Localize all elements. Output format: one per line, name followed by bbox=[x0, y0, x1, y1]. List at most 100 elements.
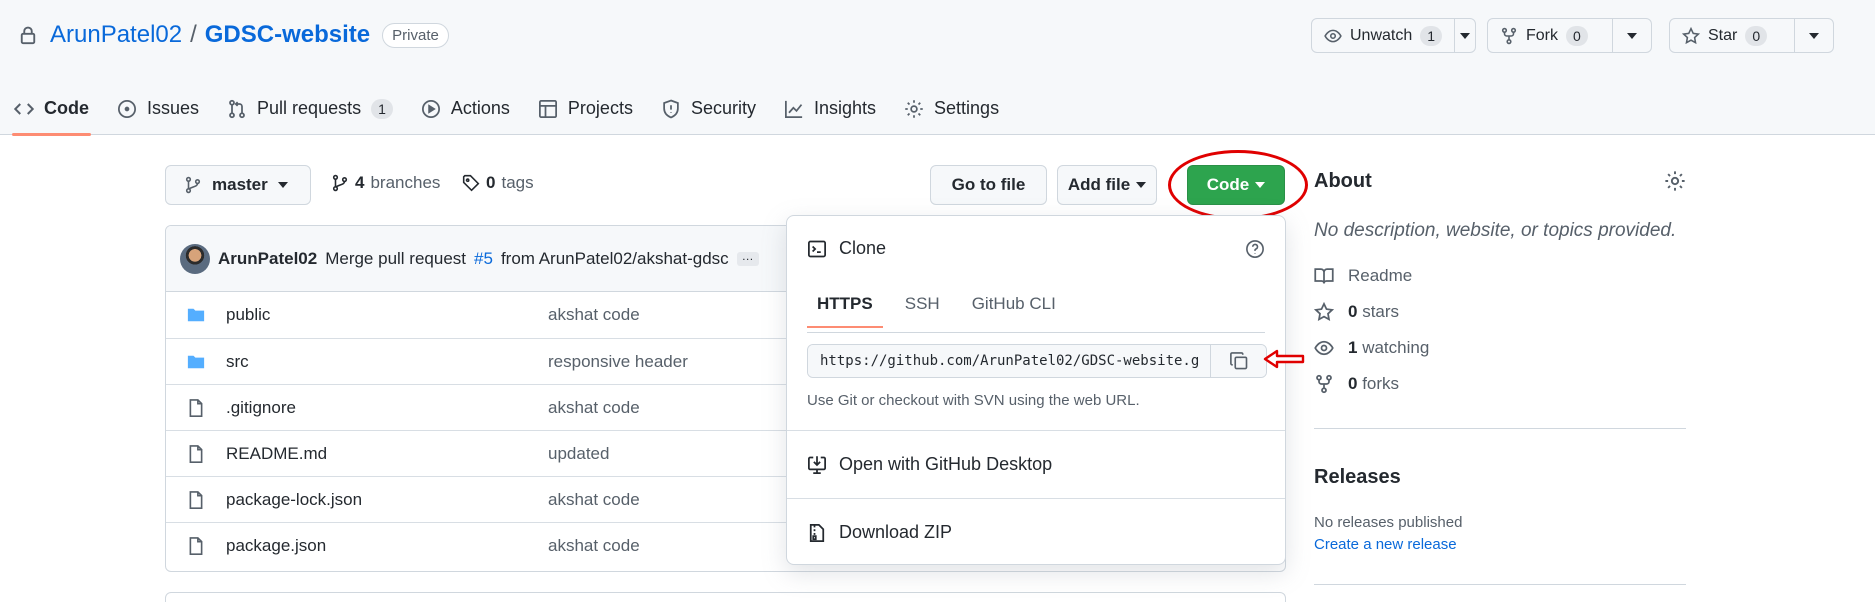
commit-expand-button[interactable]: … bbox=[736, 250, 759, 266]
go-to-file-button[interactable]: Go to file bbox=[930, 165, 1047, 205]
tab-pull-requests[interactable]: Pull requests 1 bbox=[213, 82, 407, 135]
branches-link[interactable]: 4 branches bbox=[331, 173, 440, 193]
annotation-circle bbox=[1168, 150, 1308, 220]
tab-actions-label: Actions bbox=[450, 98, 510, 118]
fork-label: Fork bbox=[1526, 26, 1558, 44]
play-icon bbox=[421, 99, 440, 118]
file-name-link[interactable]: package-lock.json bbox=[226, 490, 362, 510]
add-file-button[interactable]: Add file bbox=[1057, 165, 1157, 205]
star-icon bbox=[1682, 26, 1700, 44]
repo-header: ArunPatel02 / GDSC-website Private Unwat… bbox=[0, 0, 1875, 136]
caret-down-icon bbox=[277, 182, 288, 188]
watching-count: 1 bbox=[1348, 338, 1358, 357]
file-name-link[interactable]: public bbox=[226, 305, 270, 325]
clone-tab-ssh[interactable]: SSH bbox=[895, 284, 950, 324]
file-name-link[interactable]: package.json bbox=[226, 536, 326, 556]
commit-pr-link[interactable]: #5 bbox=[474, 249, 493, 269]
file-name-link[interactable]: README.md bbox=[226, 444, 327, 464]
open-desktop-button[interactable]: Open with GitHub Desktop bbox=[807, 454, 1052, 475]
folder-icon bbox=[186, 305, 206, 325]
file-commit-message[interactable]: akshat code bbox=[548, 490, 640, 510]
file-commit-message[interactable]: akshat code bbox=[548, 536, 640, 556]
open-desktop-label: Open with GitHub Desktop bbox=[839, 454, 1053, 474]
branch-icon bbox=[185, 176, 201, 194]
tab-actions[interactable]: Actions bbox=[407, 82, 524, 135]
gear-icon[interactable] bbox=[1664, 170, 1686, 192]
tab-settings[interactable]: Settings bbox=[890, 82, 1013, 135]
lock-icon bbox=[20, 26, 36, 45]
watching-link[interactable]: 1 watching bbox=[1314, 338, 1429, 358]
annotation-arrow bbox=[1263, 349, 1305, 369]
tab-security-label: Security bbox=[690, 98, 756, 118]
tab-issues[interactable]: Issues bbox=[103, 82, 213, 135]
file-commit-message[interactable]: responsive header bbox=[548, 352, 688, 372]
tab-insights[interactable]: Insights bbox=[770, 82, 890, 135]
tags-link[interactable]: 0 tags bbox=[462, 173, 534, 193]
file-commit-message[interactable]: akshat code bbox=[548, 305, 640, 325]
avatar[interactable] bbox=[180, 243, 210, 274]
stars-link[interactable]: 0 stars bbox=[1314, 302, 1399, 322]
commit-author[interactable]: ArunPatel02 bbox=[218, 249, 317, 269]
clone-url-box bbox=[807, 344, 1267, 378]
forks-link[interactable]: 0 forks bbox=[1314, 374, 1399, 394]
file-icon bbox=[186, 490, 206, 510]
branches-count: 4 bbox=[355, 173, 365, 192]
branch-select-button[interactable]: master bbox=[165, 165, 311, 205]
caret-down-icon bbox=[1809, 32, 1820, 39]
fork-icon bbox=[1316, 374, 1332, 394]
clone-tab-https[interactable]: HTTPS bbox=[807, 284, 883, 328]
fork-button-group: Fork 0 bbox=[1487, 18, 1652, 53]
file-icon bbox=[186, 444, 206, 464]
fork-count: 0 bbox=[1566, 25, 1588, 46]
file-name-link[interactable]: src bbox=[226, 352, 249, 372]
star-label: Star bbox=[1708, 26, 1738, 44]
star-button[interactable]: Star 0 bbox=[1670, 19, 1796, 52]
file-icon bbox=[186, 398, 206, 418]
readme-link[interactable]: Readme bbox=[1314, 266, 1412, 286]
graph-icon bbox=[784, 100, 803, 118]
fork-dropdown-button[interactable] bbox=[1613, 19, 1651, 52]
clone-tabs-divider bbox=[807, 332, 1265, 333]
tab-projects[interactable]: Projects bbox=[524, 82, 647, 135]
about-title: About bbox=[1314, 170, 1372, 192]
releases-title[interactable]: Releases bbox=[1314, 466, 1401, 489]
branch-name: master bbox=[212, 175, 268, 194]
folder-icon bbox=[186, 352, 206, 372]
caret-down-icon bbox=[1627, 32, 1638, 39]
star-count: 0 bbox=[1745, 25, 1768, 46]
question-icon[interactable] bbox=[1245, 239, 1265, 259]
star-dropdown-button[interactable] bbox=[1795, 19, 1833, 52]
file-zip-icon bbox=[809, 523, 825, 542]
tags-label: tags bbox=[501, 173, 534, 192]
file-commit-message[interactable]: akshat code bbox=[548, 398, 640, 418]
star-button-group: Star 0 bbox=[1669, 18, 1834, 53]
watch-dropdown-button[interactable] bbox=[1455, 19, 1475, 52]
clone-url-input[interactable] bbox=[808, 345, 1210, 377]
unwatch-button[interactable]: Unwatch 1 bbox=[1312, 19, 1456, 52]
watching-label: watching bbox=[1362, 338, 1430, 357]
repo-name-link[interactable]: GDSC-website bbox=[205, 21, 370, 49]
tag-icon bbox=[462, 174, 480, 192]
file-toolbar: master 4 branches 0 tags Go to file Add … bbox=[165, 165, 1285, 207]
commit-message-suffix: from ArunPatel02/akshat-gdsc bbox=[500, 248, 729, 268]
caret-down-icon bbox=[1460, 32, 1471, 39]
repo-title: ArunPatel02 / GDSC-website Private bbox=[18, 18, 449, 52]
clone-tab-github-cli[interactable]: GitHub CLI bbox=[962, 284, 1066, 324]
download-zip-label: Download ZIP bbox=[839, 522, 953, 542]
download-zip-button[interactable]: Download ZIP bbox=[807, 522, 952, 543]
file-name-link[interactable]: .gitignore bbox=[226, 398, 296, 418]
create-release-link[interactable]: Create a new release bbox=[1314, 536, 1457, 553]
copy-url-button[interactable] bbox=[1210, 345, 1266, 377]
eye-icon bbox=[1324, 29, 1342, 42]
fork-button[interactable]: Fork 0 bbox=[1488, 19, 1614, 52]
tab-security[interactable]: Security bbox=[647, 82, 770, 135]
file-commit-message[interactable]: updated bbox=[548, 444, 609, 464]
commit-message-prefix: Merge pull request bbox=[325, 248, 467, 268]
book-icon bbox=[1314, 268, 1334, 284]
copy-icon bbox=[1229, 352, 1247, 370]
repo-owner-link[interactable]: ArunPatel02 bbox=[50, 21, 182, 49]
readme-label: Readme bbox=[1348, 266, 1413, 285]
forks-label: forks bbox=[1362, 374, 1400, 393]
tab-code[interactable]: Code bbox=[0, 82, 103, 136]
stars-label: stars bbox=[1362, 302, 1400, 321]
